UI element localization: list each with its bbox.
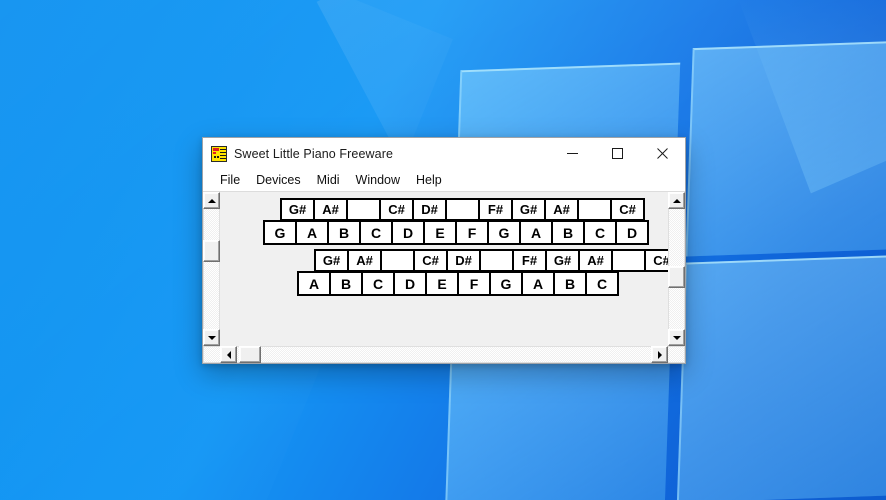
scroll-up-button-left[interactable]: [203, 192, 220, 209]
piano-black-key[interactable]: G#: [511, 198, 546, 221]
piano-black-key[interactable]: D#: [412, 198, 447, 221]
window-title: Sweet Little Piano Freeware: [234, 146, 394, 161]
scroll-down-button-left[interactable]: [203, 329, 220, 346]
piano-white-key[interactable]: A: [295, 220, 329, 245]
piano-white-key[interactable]: A: [521, 271, 555, 296]
piano-white-key[interactable]: D: [393, 271, 427, 296]
chevron-up-icon: [672, 198, 681, 203]
piano-white-key[interactable]: C: [359, 220, 393, 245]
windows-logo-pane-top-right: [685, 39, 886, 257]
piano-black-key[interactable]: G#: [314, 249, 349, 272]
piano-black-key[interactable]: F#: [478, 198, 513, 221]
piano-white-key[interactable]: D: [391, 220, 425, 245]
client-area: G# A# C# D# F# G# A# C# G A B C D E F G A B C D G# A# C# D# F# G#…: [203, 191, 685, 363]
piano-black-key[interactable]: C#: [644, 249, 668, 272]
chevron-down-icon: [672, 335, 681, 340]
scroll-thumb-right[interactable]: [668, 266, 685, 288]
piano-white-key[interactable]: G: [263, 220, 297, 245]
menu-bar: File Devices Midi Window Help: [203, 169, 685, 191]
piano-white-key[interactable]: E: [423, 220, 457, 245]
close-button[interactable]: [640, 138, 685, 169]
piano-black-key[interactable]: A#: [578, 249, 613, 272]
maximize-button[interactable]: [595, 138, 640, 169]
vertical-scrollbar-right[interactable]: [668, 192, 685, 346]
piano-black-key-blank: [577, 198, 612, 221]
piano-white-key[interactable]: F: [457, 271, 491, 296]
piano-black-key[interactable]: C#: [413, 249, 448, 272]
scroll-thumb-left[interactable]: [203, 240, 220, 262]
menu-item-window[interactable]: Window: [348, 171, 408, 190]
menu-item-devices[interactable]: Devices: [248, 171, 308, 190]
piano-black-key[interactable]: F#: [512, 249, 547, 272]
piano-black-key-blank: [611, 249, 646, 272]
piano-black-key[interactable]: D#: [446, 249, 481, 272]
piano-black-key[interactable]: C#: [379, 198, 414, 221]
scroll-thumb-horizontal[interactable]: [239, 346, 261, 363]
piano-black-key[interactable]: A#: [313, 198, 348, 221]
keyboard-row-lower: G#A#C#D#F#G#A#C#D#ABCDEFGABC: [263, 249, 668, 297]
piano-black-key[interactable]: A#: [347, 249, 382, 272]
piano-black-key[interactable]: C#: [610, 198, 645, 221]
chevron-down-icon: [207, 335, 216, 340]
piano-white-key[interactable]: F: [455, 220, 489, 245]
minimize-icon: [567, 153, 578, 154]
scroll-down-button-right[interactable]: [668, 329, 685, 346]
piano-black-key[interactable]: G#: [545, 249, 580, 272]
chevron-right-icon: [657, 350, 662, 359]
piano-white-key[interactable]: C: [583, 220, 617, 245]
desktop-background: Sweet Little Piano Freeware File Devices…: [0, 0, 886, 500]
piano-white-key[interactable]: A: [297, 271, 331, 296]
sweet-little-piano-window: Sweet Little Piano Freeware File Devices…: [202, 137, 686, 364]
piano-black-key-blank: [479, 249, 514, 272]
windows-logo-pane-bottom-right: [676, 253, 886, 500]
piano-white-key[interactable]: B: [329, 271, 363, 296]
piano-white-key[interactable]: G: [489, 271, 523, 296]
chevron-left-icon: [226, 350, 231, 359]
mdi-child-window: G# A# C# D# F# G# A# C# G A B C D E F G A B C D G# A# C# D# F# G#…: [220, 192, 668, 346]
horizontal-scrollbar[interactable]: [203, 346, 685, 363]
chevron-up-icon: [207, 198, 216, 203]
piano-white-key[interactable]: B: [553, 271, 587, 296]
piano-white-key[interactable]: E: [425, 271, 459, 296]
piano-white-key[interactable]: A: [519, 220, 553, 245]
window-title-bar[interactable]: Sweet Little Piano Freeware: [203, 138, 685, 169]
scroll-right-button[interactable]: [651, 346, 668, 363]
menu-item-file[interactable]: File: [212, 171, 248, 190]
scroll-left-button[interactable]: [220, 346, 237, 363]
menu-item-help[interactable]: Help: [408, 171, 450, 190]
close-icon: [657, 148, 668, 159]
piano-black-key-blank: [346, 198, 381, 221]
piano-black-key-blank: [380, 249, 415, 272]
piano-white-key[interactable]: C: [585, 271, 619, 296]
piano-white-key[interactable]: B: [327, 220, 361, 245]
piano-black-key[interactable]: A#: [544, 198, 579, 221]
minimize-button[interactable]: [550, 138, 595, 169]
window-controls: [550, 138, 685, 169]
piano-black-key-blank: [445, 198, 480, 221]
scroll-up-button-right[interactable]: [668, 192, 685, 209]
maximize-icon: [612, 148, 623, 159]
piano-white-key[interactable]: D: [615, 220, 649, 245]
piano-white-key[interactable]: C: [361, 271, 395, 296]
keyboard-row-upper: G# A# C# D# F# G# A# C# G A B C D E F G A B C D: [263, 198, 668, 246]
piano-white-key[interactable]: B: [551, 220, 585, 245]
vertical-scrollbar-left[interactable]: [203, 192, 220, 346]
piano-white-key[interactable]: G: [487, 220, 521, 245]
menu-item-midi[interactable]: Midi: [309, 171, 348, 190]
piano-app-icon: [211, 145, 227, 162]
piano-black-key[interactable]: G#: [280, 198, 315, 221]
